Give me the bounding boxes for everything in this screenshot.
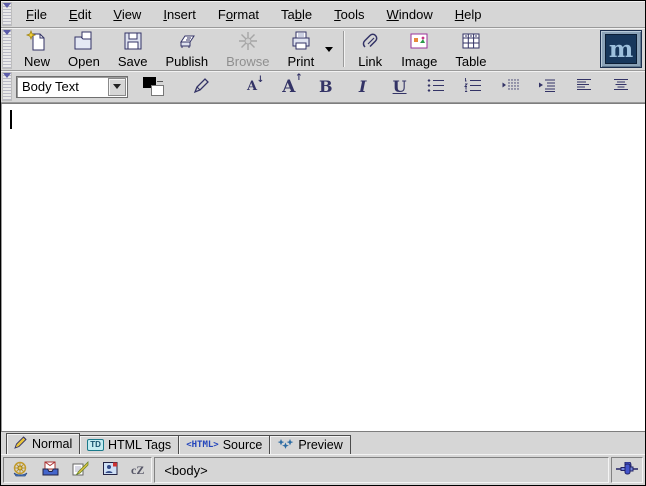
print-button[interactable]: Print (278, 27, 323, 71)
html-source-icon: <HTML> (186, 440, 219, 450)
main-toolbar-grippy[interactable] (2, 29, 12, 69)
pen-icon (192, 75, 212, 98)
save-button[interactable]: Save (109, 27, 157, 71)
combo-dropdown-arrow[interactable] (108, 78, 126, 96)
bullet-list-button[interactable] (424, 75, 448, 99)
bullet-list-icon (426, 76, 446, 97)
arrow-up-icon: ↑ (295, 73, 303, 83)
indent-icon (537, 76, 557, 97)
save-floppy-icon (121, 29, 145, 53)
toolbar-separator (343, 31, 344, 67)
format-toolbar: Body Text A↓ A↑ B I U (1, 71, 645, 103)
document-edit-area[interactable] (1, 103, 645, 432)
background-color-swatch (151, 85, 164, 96)
align-center-icon (611, 76, 631, 97)
image-button[interactable]: Image (392, 27, 446, 71)
numbered-list-icon (463, 76, 483, 97)
format-toolbar-grippy[interactable] (2, 72, 12, 101)
menu-format[interactable]: Format (207, 3, 270, 26)
table-icon (459, 29, 483, 53)
outdent-button[interactable] (498, 75, 522, 99)
body-tag-breadcrumb[interactable]: <body> (164, 463, 207, 478)
preview-icon (277, 438, 294, 453)
composer-icon[interactable] (71, 460, 90, 480)
align-left-icon (574, 76, 594, 97)
navigator-icon[interactable] (11, 460, 30, 480)
mozilla-logo-icon: m (605, 34, 637, 64)
decrease-font-size-button[interactable]: A↓ (240, 75, 264, 99)
paragraph-style-select[interactable]: Body Text (16, 76, 128, 98)
table-button[interactable]: Table (446, 27, 495, 71)
tab-html-tags[interactable]: TD HTML Tags (79, 435, 179, 454)
increase-font-size-button[interactable]: A↑ (277, 75, 301, 99)
link-button[interactable]: Link (348, 27, 392, 71)
text-color-picker[interactable] (142, 76, 168, 98)
menu-window[interactable]: Window (376, 3, 444, 26)
tag-breadcrumb-panel: <body> (154, 457, 609, 483)
highlight-color-button[interactable] (190, 75, 214, 99)
italic-button[interactable]: I (351, 75, 375, 99)
paragraph-style-value: Body Text (17, 79, 108, 94)
new-page-icon (25, 29, 49, 53)
browse-sparkle-icon (236, 29, 260, 53)
menu-edit[interactable]: Edit (58, 3, 102, 26)
browse-button: Browse (217, 27, 278, 71)
open-folder-icon (72, 29, 96, 53)
online-plug-icon[interactable] (615, 462, 639, 479)
arrow-down-icon: ↓ (257, 75, 265, 85)
menubar-grippy[interactable] (2, 2, 12, 26)
tab-html-source[interactable]: <HTML> Source (178, 435, 270, 454)
component-bar: cZ (3, 457, 152, 483)
status-bar: cZ <body> (1, 454, 645, 485)
align-center-button[interactable] (609, 75, 633, 99)
publish-icon (175, 29, 199, 53)
menu-view[interactable]: View (102, 3, 152, 26)
mail-icon[interactable] (41, 460, 60, 480)
tab-normal[interactable]: Normal (6, 433, 80, 454)
menu-table[interactable]: Table (270, 3, 323, 26)
tab-preview[interactable]: Preview (269, 435, 350, 454)
menubar: File Edit View Insert Format Table Tools… (1, 1, 645, 28)
main-toolbar: New Open Save Publish Browse Print Link (1, 28, 645, 71)
td-tag-icon: TD (87, 439, 104, 451)
menu-tools[interactable]: Tools (323, 3, 375, 26)
print-icon (289, 29, 313, 53)
image-icon (407, 29, 431, 53)
indent-button[interactable] (535, 75, 559, 99)
composer-window: File Edit View Insert Format Table Tools… (0, 0, 646, 486)
print-dropdown-arrow[interactable] (325, 47, 333, 52)
open-button[interactable]: Open (59, 27, 109, 71)
addressbook-icon[interactable] (101, 460, 120, 480)
new-button[interactable]: New (15, 27, 59, 71)
edit-mode-tabbar: Normal TD HTML Tags <HTML> Source Previe… (1, 432, 645, 454)
normal-pen-icon (14, 436, 28, 452)
bold-button[interactable]: B (314, 75, 338, 99)
menu-file[interactable]: File (15, 3, 58, 26)
underline-button[interactable]: U (388, 75, 412, 99)
numbered-list-button[interactable] (461, 75, 485, 99)
online-status-panel (611, 457, 643, 483)
publish-button[interactable]: Publish (156, 27, 217, 71)
mozilla-logo-button[interactable]: m (600, 30, 642, 68)
chatzilla-icon[interactable]: cZ (131, 463, 144, 478)
outdent-icon (500, 76, 520, 97)
align-left-button[interactable] (572, 75, 596, 99)
text-caret (10, 110, 12, 129)
menu-insert[interactable]: Insert (152, 3, 207, 26)
link-icon (358, 29, 382, 53)
menu-help[interactable]: Help (444, 3, 493, 26)
